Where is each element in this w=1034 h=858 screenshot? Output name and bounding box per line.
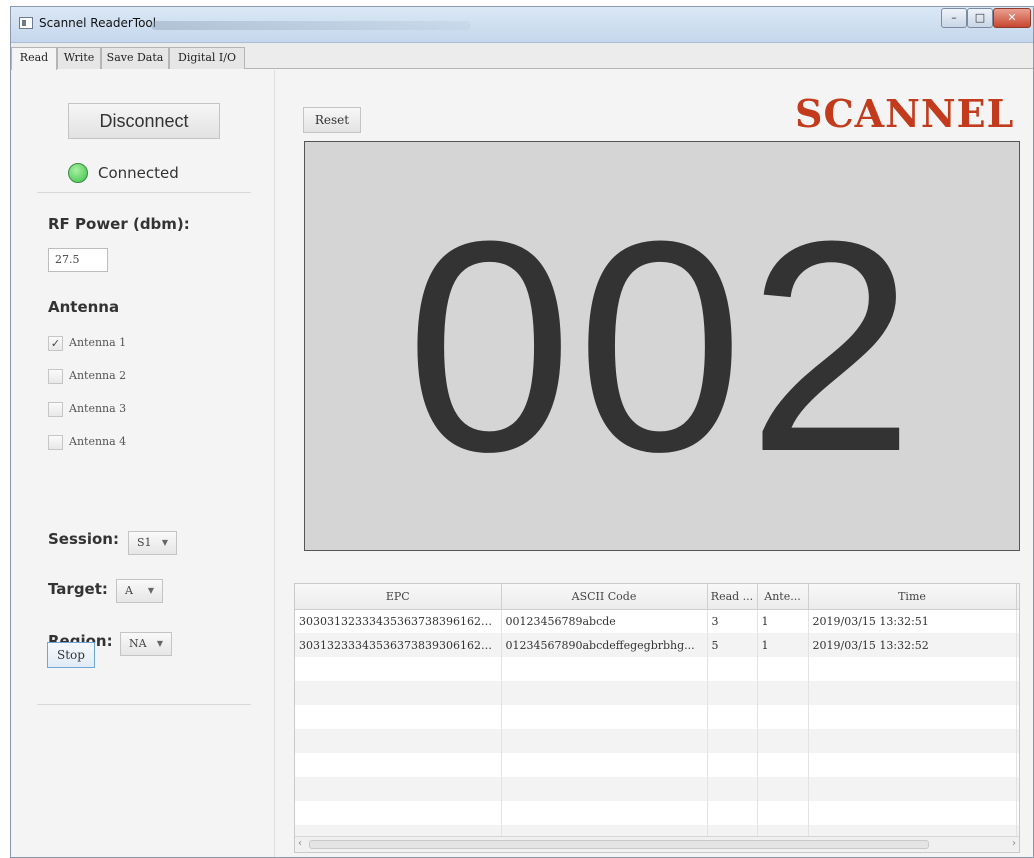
disconnect-button[interactable]: Disconnect [68, 103, 220, 139]
target-select[interactable]: A ▼ [116, 579, 163, 603]
checkbox-checked-icon[interactable]: ✓ [48, 336, 63, 351]
empty-table-row [295, 657, 1019, 681]
read-count-cell: 5 [707, 633, 758, 657]
antenna-2-label: Antenna 2 [69, 369, 127, 382]
tab-read[interactable]: Read [11, 47, 57, 70]
column-header-antenna[interactable]: Ante... [757, 584, 809, 610]
session-value: S1 [137, 536, 152, 549]
tag-table[interactable]: EPC ASCII Code Read ... Ante... Time 303… [294, 583, 1020, 853]
antenna-label: Antenna [48, 298, 120, 316]
checkbox-icon[interactable] [48, 402, 63, 417]
horizontal-scrollbar[interactable]: ‹ › [295, 836, 1019, 852]
tab-write[interactable]: Write [57, 47, 101, 69]
app-icon [19, 17, 33, 29]
window-title: Scannel ReaderTool [39, 16, 157, 30]
tab-bar: Read Write Save Data Digital I/O [11, 43, 1033, 70]
session-label: Session: [48, 530, 119, 548]
ascii-cell: 00123456789abcde [501, 609, 708, 633]
antenna-3-label: Antenna 3 [69, 402, 127, 415]
stop-button[interactable]: Stop [47, 642, 95, 668]
tab-digital-io[interactable]: Digital I/O [169, 47, 245, 69]
empty-table-row [295, 753, 1019, 777]
empty-table-row [295, 681, 1019, 705]
antenna-1-label: Antenna 1 [69, 336, 127, 349]
epc-cell: 303031323334353637383961626... [295, 609, 502, 633]
scroll-left-icon[interactable]: ‹ [298, 838, 302, 849]
divider [37, 192, 251, 193]
rf-power-label: RF Power (dbm): [48, 215, 190, 233]
tag-counter-display: 002 [304, 141, 1020, 551]
empty-table-row [295, 777, 1019, 801]
time-cell: 2019/03/15 13:32:51 [808, 609, 1017, 633]
empty-table-row [295, 729, 1019, 753]
scannel-logo: SCANNEL [795, 91, 1015, 136]
overflow-cell: 9 [1016, 633, 1019, 657]
column-header-read-count[interactable]: Read ... [707, 584, 758, 610]
tag-count-value: 002 [405, 178, 919, 514]
table-row[interactable]: 303132333435363738393061626... 012345678… [295, 633, 1019, 657]
session-select[interactable]: S1 ▼ [128, 531, 177, 555]
chevron-down-icon: ▼ [147, 586, 154, 595]
close-button[interactable]: ✕ [993, 8, 1031, 28]
reset-button[interactable]: Reset [303, 107, 361, 133]
antenna-cell: 1 [757, 633, 809, 657]
target-label: Target: [48, 580, 108, 598]
scroll-right-icon[interactable]: › [1012, 838, 1016, 849]
divider [37, 704, 251, 705]
app-window: Scannel ReaderTool – □ ✕ Read Write Save… [10, 6, 1034, 858]
scrollbar-thumb[interactable] [309, 840, 929, 849]
column-header-ascii-code[interactable]: ASCII Code [501, 584, 708, 610]
rf-power-input[interactable]: 27.5 [48, 248, 108, 272]
antenna-cell: 1 [757, 609, 809, 633]
control-panel: Disconnect Connected RF Power (dbm): 27.… [11, 70, 275, 857]
table-row[interactable]: 303031323334353637383961626... 001234567… [295, 609, 1019, 633]
checkbox-icon[interactable] [48, 369, 63, 384]
chevron-down-icon: ▼ [161, 538, 168, 547]
tag-data-table: EPC ASCII Code Read ... Ante... Time 303… [295, 584, 1019, 849]
region-select[interactable]: NA ▼ [120, 632, 172, 656]
ascii-cell: 01234567890abcdeffegegbrbhg... [501, 633, 708, 657]
region-value: NA [129, 637, 147, 650]
antenna-4-label: Antenna 4 [69, 435, 127, 448]
target-value: A [125, 584, 133, 597]
table-header-row: EPC ASCII Code Read ... Ante... Time [295, 584, 1019, 610]
title-bar: Scannel ReaderTool – □ ✕ [11, 7, 1033, 43]
minimize-button[interactable]: – [941, 8, 967, 28]
overflow-cell: 9 [1016, 609, 1019, 633]
read-count-cell: 3 [707, 609, 758, 633]
connection-status-label: Connected [98, 164, 179, 182]
checkbox-icon[interactable] [48, 435, 63, 450]
connection-status-led-icon [68, 163, 88, 183]
chevron-down-icon: ▼ [156, 639, 163, 648]
empty-table-row [295, 801, 1019, 825]
column-header-time[interactable]: Time [808, 584, 1017, 610]
maximize-button[interactable]: □ [967, 8, 993, 28]
column-header-epc[interactable]: EPC [295, 584, 502, 610]
blurred-title-detail [151, 21, 471, 30]
epc-cell: 303132333435363738393061626... [295, 633, 502, 657]
time-cell: 2019/03/15 13:32:52 [808, 633, 1017, 657]
empty-table-row [295, 705, 1019, 729]
tab-save-data[interactable]: Save Data [101, 47, 169, 69]
column-header-overflow [1016, 584, 1019, 610]
